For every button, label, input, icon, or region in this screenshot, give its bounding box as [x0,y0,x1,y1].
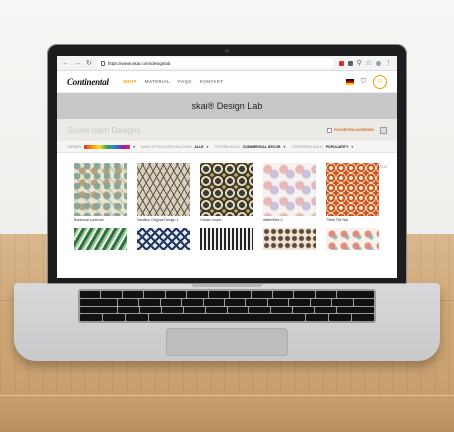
pattern-card[interactable] [326,228,379,250]
laptop-base [14,283,440,361]
color-spectrum-picker[interactable] [84,144,131,149]
pattern-card[interactable] [137,228,190,250]
grid-view-icon[interactable] [380,126,387,134]
chevron-down-icon: ▾ [351,144,354,149]
sort-filter[interactable]: SORTIEREN NACH POPULARITY ▾ [291,144,353,149]
favorites-toggle[interactable]: FAVORITEN ANZEIGEN [327,127,374,133]
pattern-thumbnail[interactable] [263,163,316,216]
table-front-edge [0,395,454,432]
pattern-name: Tribal Tile Nut [326,218,349,222]
filter-bar: FARBEN ▾ NACH STYLE DURCHSUCHEN ALLE ▾ F… [57,141,397,153]
pattern-card[interactable]: Golden tropic [200,163,253,222]
profile-icon[interactable] [376,60,381,66]
sort-filter-value: POPULARITY [325,144,349,149]
color-filter-label: FARBEN [67,144,82,149]
kebab-menu-icon[interactable]: ⋮ [385,60,392,67]
pattern-card[interactable]: Nautilus Original Design 1 [137,163,190,222]
pattern-card[interactable] [74,228,127,250]
page-title: skai® Design Lab [191,101,263,111]
color-filter[interactable]: FARBEN ▾ [67,144,135,149]
sort-filter-label: SORTIEREN NACH [291,144,323,149]
continental-logo[interactable]: Continental [67,77,109,87]
chevron-down-icon: ▾ [206,144,209,149]
favorites-label: FAVORITEN ANZEIGEN [334,128,374,132]
pattern-name: Waterlilies 2 [263,218,283,222]
laptop-lid: ← → ↻ https://www.skai.com/designlab ⚲ ☆… [47,44,407,284]
pattern-thumbnail[interactable] [200,163,253,216]
style-filter-label: NACH STYLE DURCHSUCHEN [141,144,192,149]
pattern-thumbnail[interactable] [263,228,316,250]
main-nav: SHOP MATERIAL FAQS KONTAKT [123,79,224,84]
design-lab-banner: skai® Design Lab [57,93,397,119]
pattern-name: Nautilus Original Design 1 [137,218,179,222]
address-bar[interactable]: https://www.skai.com/designlab [96,58,334,68]
trackpad [166,328,288,356]
pattern-name: Botanical sunburst [74,218,104,222]
search-input[interactable] [67,122,328,138]
style-filter-value: ALLE [194,144,204,149]
pattern-thumbnail[interactable] [74,163,127,216]
reload-icon[interactable]: ↻ [86,60,92,67]
webcam [225,49,229,53]
german-flag-icon[interactable] [345,78,354,85]
forward-arrow-icon[interactable]: → [74,60,81,67]
bookmark-star-icon[interactable]: ☆ [366,60,372,67]
site-header: Continental SHOP MATERIAL FAQS KONTAKT ⛉… [57,71,397,93]
search-bar: FAVORITEN ANZEIGEN [57,119,397,141]
laptop-screen: ← → ↻ https://www.skai.com/designlab ⚲ ☆… [57,56,397,278]
pattern-card[interactable]: Waterlilies 2 [263,163,316,222]
extension-red-icon[interactable] [338,60,344,66]
chevron-down-icon: ▾ [283,144,286,149]
pattern-card[interactable] [200,228,253,250]
pattern-card[interactable] [263,228,316,250]
extension-gray-icon[interactable] [347,60,353,66]
style-filter[interactable]: NACH STYLE DURCHSUCHEN ALLE ▾ [141,144,209,149]
pattern-grid: Botanical sunburst Nautilus Original Des… [74,163,380,250]
category-filter-value: COMMERCIAL DECOR [242,144,281,149]
pattern-thumbnail[interactable] [137,163,190,216]
nav-faqs[interactable]: FAQS [178,79,191,84]
pattern-card[interactable]: Botanical sunburst [74,163,127,222]
pattern-thumbnail[interactable] [137,228,190,250]
pattern-thumbnail[interactable] [74,228,127,250]
nav-kontakt[interactable]: KONTAKT [200,79,224,84]
pattern-thumbnail[interactable] [200,228,253,250]
nav-material[interactable]: MATERIAL [145,79,170,84]
browser-toolbar: ← → ↻ https://www.skai.com/designlab ⚲ ☆… [57,56,397,71]
category-filter-label: FILTERN NACH [214,144,240,149]
pattern-thumbnail[interactable] [326,228,379,250]
favorites-checkbox[interactable] [327,127,333,133]
url-text: https://www.skai.com/designlab [107,60,171,66]
pattern-card[interactable]: Tribal Tile Nut [326,163,379,222]
scene: ← → ↻ https://www.skai.com/designlab ⚲ ☆… [0,0,454,432]
user-account-icon[interactable]: ☺ [373,74,387,89]
search-icon[interactable]: ⚲ [357,60,362,67]
cart-icon[interactable]: ⛉ [361,78,366,86]
chevron-down-icon: ▾ [133,144,136,149]
keyboard [78,289,376,323]
pattern-thumbnail[interactable] [326,163,379,216]
pattern-name: Golden tropic [200,218,222,222]
lock-icon [100,60,105,66]
back-arrow-icon[interactable]: ← [62,60,69,67]
nav-shop[interactable]: SHOP [123,79,137,84]
category-filter[interactable]: FILTERN NACH COMMERCIAL DECOR ▾ [215,144,286,149]
browser-extensions: ⚲ ☆ ⋮ [338,60,392,67]
header-actions: ⛉ ☺ [345,74,387,89]
